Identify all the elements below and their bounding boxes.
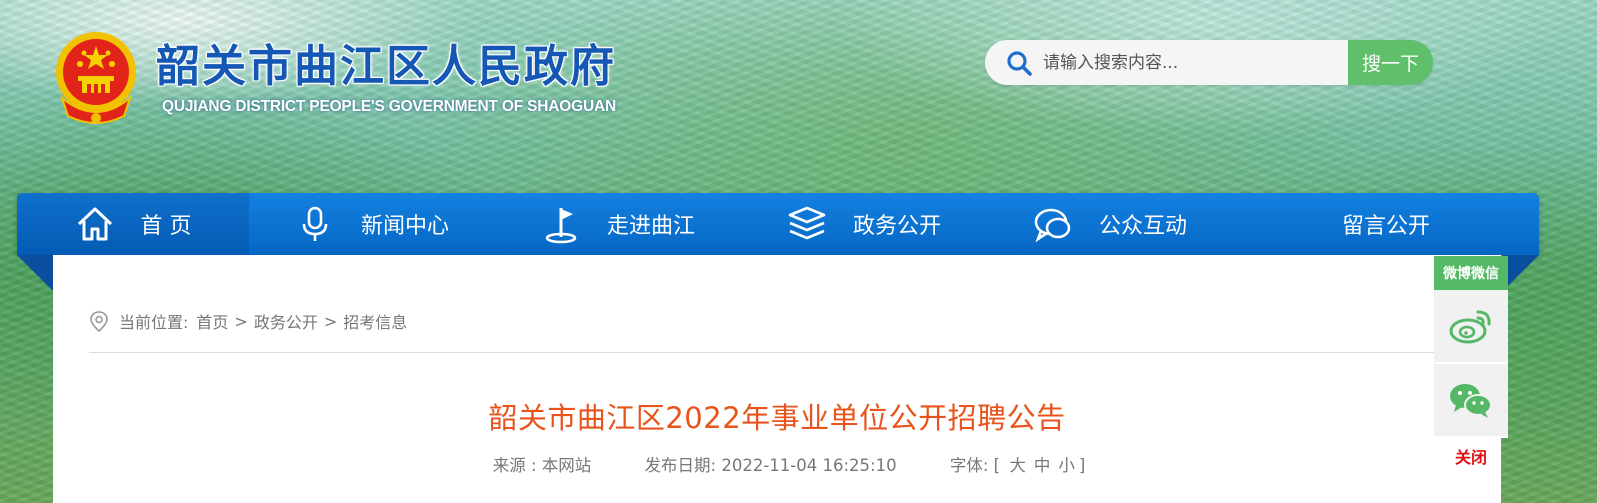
stack-icon	[788, 206, 826, 240]
nav-item-messages[interactable]: 留言公开	[1233, 193, 1539, 255]
chat-bubble-icon	[1034, 208, 1071, 243]
social-side-widget: 微博微信 关闭	[1434, 256, 1508, 468]
font-size-large[interactable]: 大	[1009, 456, 1026, 475]
article-source: 来源 : 本网站	[492, 456, 592, 475]
nav-fold-left	[17, 255, 53, 291]
search-bar: 搜一下	[985, 40, 1433, 85]
close-widget-button[interactable]: 关闭	[1434, 444, 1508, 468]
site-subtitle: QUJIANG DISTRICT PEOPLE'S GOVERNMENT OF …	[162, 98, 616, 115]
nav-label-messages: 留言公开	[1341, 214, 1430, 239]
nav-label-interaction: 公众互动	[1098, 214, 1187, 239]
font-size-label: 字体:	[949, 456, 989, 475]
wechat-icon	[1450, 384, 1492, 418]
site-logo[interactable]: 韶关市曲江区人民政府 QUJIANG DISTRICT PEOPLE'S GOV…	[52, 28, 616, 128]
main-nav-wrapper: 首 页 新闻中心 走进曲江 政务公开 公众互动 留言公开	[17, 193, 1539, 291]
nav-item-news[interactable]: 新闻中心	[249, 193, 495, 255]
main-nav: 首 页 新闻中心 走进曲江 政务公开 公众互动 留言公开	[17, 193, 1539, 255]
breadcrumb-home-link[interactable]: 首页	[196, 309, 228, 333]
font-size-control: 字体: [ 大中小]	[950, 456, 1085, 475]
site-title: 韶关市曲江区人民政府	[156, 41, 616, 92]
font-size-small[interactable]: 小	[1058, 456, 1075, 475]
article-meta: 来源 : 本网站 发布日期: 2022-11-04 16:25:10 字体: […	[53, 452, 1501, 476]
content-panel: 当前位置: 首页 > 政务公开 > 招考信息 韶关市曲江区2022年事业单位公开…	[53, 255, 1501, 503]
search-button[interactable]: 搜一下	[1348, 40, 1433, 85]
font-bracket-close: ]	[1078, 456, 1086, 475]
breadcrumb-prefix: 当前位置:	[119, 313, 189, 332]
font-bracket-open: [	[993, 456, 1001, 475]
national-emblem-icon	[56, 32, 136, 124]
breadcrumb-recruitment-link[interactable]: 招考信息	[343, 309, 407, 333]
nav-item-interaction[interactable]: 公众互动	[987, 193, 1233, 255]
article-date-value: 2022-11-04 16:25:10	[721, 456, 897, 475]
wechat-button[interactable]	[1434, 364, 1508, 438]
nav-label-news: 新闻中心	[360, 214, 449, 239]
search-input[interactable]	[1043, 52, 1333, 73]
article-date-label: 发布日期:	[644, 456, 717, 475]
home-icon	[77, 207, 112, 241]
font-size-medium[interactable]: 中	[1034, 456, 1051, 475]
flag-icon	[545, 208, 577, 244]
nav-item-gov-affairs[interactable]: 政务公开	[741, 193, 987, 255]
location-pin-icon	[90, 311, 108, 332]
nav-label-home: 首 页	[140, 214, 192, 239]
nav-item-home[interactable]: 首 页	[17, 193, 249, 255]
search-box	[985, 40, 1348, 85]
breadcrumb-gov-affairs-link[interactable]: 政务公开	[254, 309, 318, 333]
article-title: 韶关市曲江区2022年事业单位公开招聘公告	[488, 401, 1066, 435]
weibo-button[interactable]	[1434, 290, 1508, 364]
social-widget-header: 微博微信	[1434, 256, 1508, 290]
nav-fold-right	[1503, 255, 1539, 291]
nav-item-qujiang[interactable]: 走进曲江	[495, 193, 741, 255]
breadcrumb-divider	[89, 352, 1465, 353]
breadcrumb-separator: >	[234, 311, 248, 331]
article-date: 发布日期: 2022-11-04 16:25:10	[645, 456, 897, 475]
nav-label-qujiang: 走进曲江	[606, 214, 695, 239]
nav-label-gov-affairs: 政务公开	[852, 214, 941, 239]
microphone-icon	[302, 206, 328, 241]
breadcrumb: 当前位置: 首页 > 政务公开 > 招考信息	[89, 309, 407, 333]
search-icon	[1007, 50, 1032, 76]
breadcrumb-separator: >	[323, 311, 338, 331]
weibo-icon	[1449, 310, 1491, 344]
